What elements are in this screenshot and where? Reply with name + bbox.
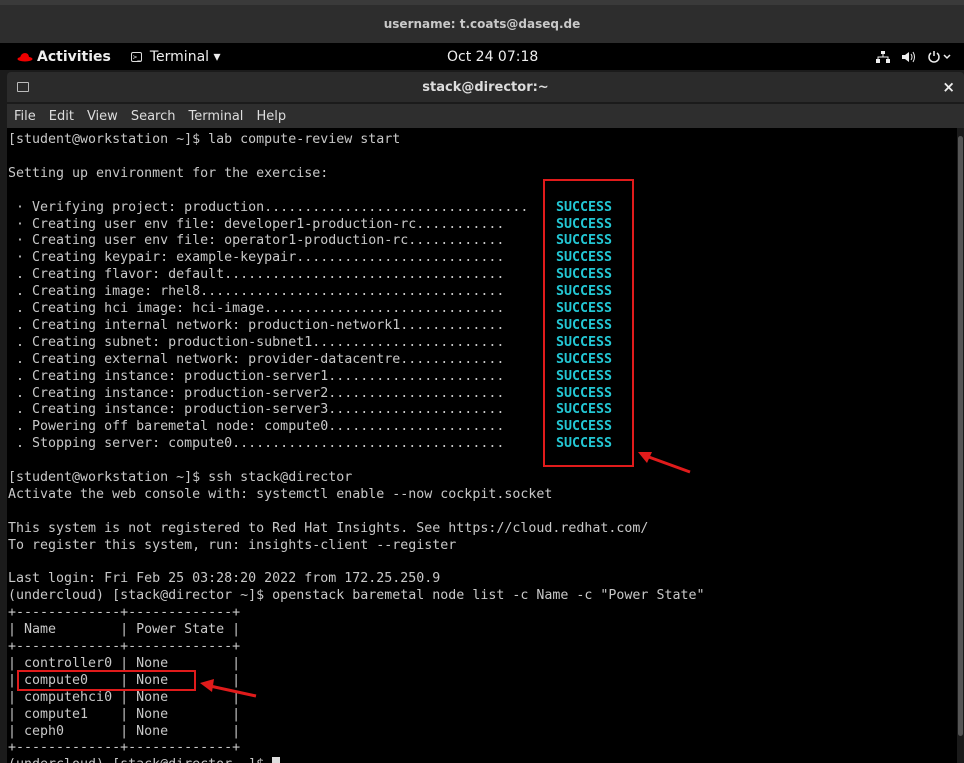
terminal-line: +-------------+-------------+ [8,740,241,756]
terminal-app-icon: >_ [130,51,142,62]
terminal-line: Activate the web console with: systemctl… [8,486,553,502]
scrollbar-thumb[interactable] [958,136,963,736]
close-icon[interactable]: × [942,78,955,96]
terminal-line: To register this system, run: insights-c… [8,537,457,553]
terminal-line: . Creating image: rhel8.................… [8,284,505,300]
network-icon[interactable] [876,50,890,63]
terminal-line: · Creating user env file: developer1-pro… [8,216,505,232]
compute0-highlight-box [17,670,196,691]
terminal-line: (undercloud) [stack@director ~]$ opensta… [8,588,705,604]
terminal-line: · Creating keypair: example-keypair.....… [8,250,505,266]
menu-file[interactable]: File [14,109,36,124]
session-username: username: t.coats@daseq.de [383,17,581,31]
redhat-logo-icon [17,52,33,61]
terminal-line: . Powering off baremetal node: compute0.… [8,419,505,435]
terminal-line: . Stopping server: compute0.............… [8,436,505,452]
terminal-cursor [272,757,281,763]
terminal-window-icon [17,82,29,92]
terminal-line: . Creating instance: production-server1.… [8,368,505,384]
terminal-line: +-------------+-------------+ [8,605,241,621]
terminal-line: | ceph0 | None | [8,723,241,739]
menu-help[interactable]: Help [256,109,286,124]
terminal-line: . Creating flavor: default..............… [8,267,505,283]
success-highlight-box [543,179,634,467]
annotation-arrow-icon [200,679,257,698]
app-menu-terminal[interactable]: Terminal ▾ [150,49,221,65]
clock[interactable]: Oct 24 07:18 [447,49,538,65]
terminal-line: Setting up environment for the exercise: [8,165,329,181]
terminal-line: [student@workstation ~]$ ssh stack@direc… [8,470,353,485]
power-icon[interactable] [928,50,952,63]
terminal-menubar: File Edit View Search Terminal Help [7,104,964,128]
menu-view[interactable]: View [87,109,118,124]
remote-session-user-bar: username: t.coats@daseq.de [0,0,964,43]
terminal-line: . Creating external network: provider-da… [8,351,505,367]
volume-icon[interactable] [902,51,916,63]
terminal-line: · Verifying project: production.........… [8,199,529,215]
terminal-scrollbar[interactable] [957,128,964,763]
gnome-top-bar: Activities >_ Terminal ▾ Oct 24 07:18 [0,43,964,70]
terminal-window-titlebar[interactable]: stack@director:~ × [7,72,964,102]
terminal-line: . Creating instance: production-server3.… [8,402,505,418]
terminal-line: This system is not registered to Red Hat… [8,520,649,536]
annotation-arrow-icon [638,452,691,474]
activities-button[interactable]: Activities [37,49,111,65]
terminal-line: (undercloud) [stack@director ~]$ [8,756,281,763]
terminal-line: . Creating instance: production-server2.… [8,385,505,401]
terminal-line: . Creating subnet: production-subnet1...… [8,334,505,350]
terminal-line: . Creating internal network: production-… [8,317,505,333]
terminal-line: [student@workstation ~]$ lab compute-rev… [8,132,401,147]
terminal-line: . Creating hci image: hci-image.........… [8,301,505,316]
terminal-output[interactable]: [student@workstation ~]$ lab compute-rev… [7,128,957,763]
menu-search[interactable]: Search [131,109,176,124]
terminal-line: | compute1 | None | [8,706,241,722]
window-title: stack@director:~ [422,79,549,95]
terminal-line: Last login: Fri Feb 25 03:28:20 2022 fro… [8,571,441,587]
terminal-line: +-------------+-------------+ [8,639,241,654]
menu-edit[interactable]: Edit [49,109,74,124]
terminal-line: | Name | Power State | [8,622,241,638]
menu-terminal[interactable]: Terminal [188,109,243,124]
terminal-line: · Creating user env file: operator1-prod… [8,233,505,249]
